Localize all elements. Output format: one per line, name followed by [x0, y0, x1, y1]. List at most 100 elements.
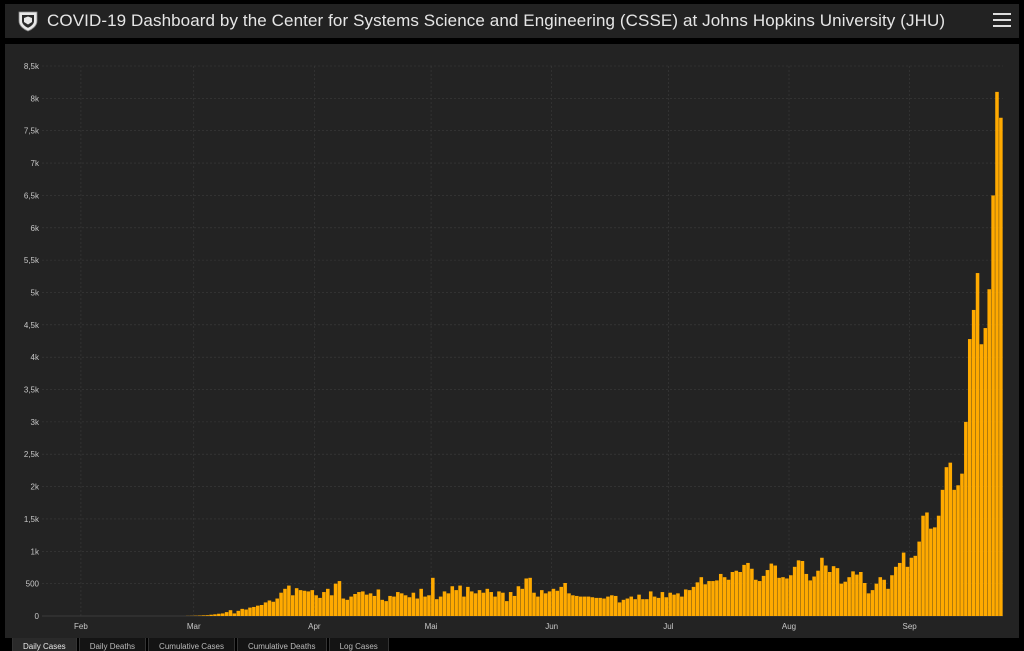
- tab-daily-deaths[interactable]: Daily Deaths: [78, 638, 147, 651]
- daily-case-bar[interactable]: [707, 581, 711, 616]
- daily-case-bar[interactable]: [987, 289, 991, 616]
- daily-case-bar[interactable]: [800, 561, 805, 616]
- daily-case-bar[interactable]: [742, 564, 746, 616]
- daily-case-bar[interactable]: [501, 592, 505, 616]
- daily-case-bar[interactable]: [936, 515, 941, 616]
- daily-case-bar[interactable]: [656, 597, 661, 616]
- tab-cumulative-deaths[interactable]: Cumulative Deaths: [236, 638, 327, 651]
- daily-case-bar[interactable]: [820, 557, 824, 616]
- daily-case-bar[interactable]: [481, 592, 486, 616]
- daily-case-bar[interactable]: [438, 596, 443, 616]
- daily-case-bar[interactable]: [489, 592, 493, 616]
- daily-case-bar[interactable]: [734, 570, 739, 616]
- daily-case-bar[interactable]: [796, 560, 801, 616]
- daily-case-bar[interactable]: [349, 596, 353, 616]
- daily-case-bar[interactable]: [586, 596, 591, 616]
- daily-case-bar[interactable]: [252, 606, 256, 616]
- daily-case-bar[interactable]: [754, 579, 758, 616]
- daily-case-bar[interactable]: [213, 614, 217, 616]
- daily-case-bar[interactable]: [399, 593, 404, 616]
- daily-case-bar[interactable]: [730, 572, 735, 616]
- daily-case-bar[interactable]: [909, 557, 914, 616]
- daily-case-bar[interactable]: [932, 527, 937, 616]
- daily-case-bar[interactable]: [917, 541, 921, 616]
- daily-case-bar[interactable]: [964, 421, 968, 616]
- daily-case-bar[interactable]: [291, 595, 295, 616]
- daily-case-bar[interactable]: [543, 593, 548, 616]
- daily-case-bar[interactable]: [540, 590, 544, 616]
- daily-case-bar[interactable]: [785, 578, 789, 616]
- daily-case-bar[interactable]: [971, 309, 976, 616]
- daily-case-bar[interactable]: [477, 590, 482, 616]
- daily-case-bar[interactable]: [929, 528, 933, 616]
- daily-case-bar[interactable]: [594, 597, 599, 616]
- daily-case-bar[interactable]: [625, 598, 630, 616]
- daily-case-bar[interactable]: [862, 583, 867, 616]
- daily-case-bar[interactable]: [874, 583, 879, 616]
- daily-case-bar[interactable]: [419, 588, 423, 616]
- daily-case-bar[interactable]: [995, 91, 999, 616]
- daily-case-bar[interactable]: [699, 577, 704, 616]
- daily-case-bar[interactable]: [547, 591, 552, 616]
- daily-case-bar[interactable]: [407, 597, 412, 616]
- daily-case-bar[interactable]: [559, 586, 563, 616]
- daily-case-bar[interactable]: [789, 575, 793, 616]
- daily-case-bar[interactable]: [765, 570, 770, 616]
- daily-case-bar[interactable]: [255, 605, 260, 616]
- daily-case-bar[interactable]: [944, 467, 949, 616]
- daily-case-bar[interactable]: [322, 592, 326, 616]
- daily-case-bar[interactable]: [294, 588, 299, 616]
- daily-case-bar[interactable]: [769, 563, 774, 616]
- daily-case-bar[interactable]: [839, 583, 844, 616]
- daily-case-bar[interactable]: [816, 570, 820, 616]
- daily-case-bar[interactable]: [691, 586, 696, 616]
- daily-case-bar[interactable]: [357, 592, 361, 616]
- daily-case-bar[interactable]: [384, 601, 388, 616]
- daily-case-bar[interactable]: [497, 591, 501, 616]
- daily-case-bar[interactable]: [878, 577, 883, 616]
- daily-case-bar[interactable]: [680, 596, 684, 616]
- daily-case-bar[interactable]: [637, 594, 641, 616]
- daily-case-bar[interactable]: [792, 566, 797, 616]
- daily-case-bar[interactable]: [446, 593, 451, 616]
- daily-case-bar[interactable]: [434, 599, 439, 616]
- daily-case-bar[interactable]: [411, 592, 416, 616]
- daily-case-bar[interactable]: [524, 578, 528, 616]
- daily-case-bar[interactable]: [318, 597, 322, 616]
- daily-case-bar[interactable]: [660, 592, 665, 616]
- daily-case-bar[interactable]: [991, 195, 995, 616]
- daily-case-bar[interactable]: [551, 588, 556, 616]
- daily-case-bar[interactable]: [224, 612, 229, 616]
- daily-case-bar[interactable]: [804, 573, 809, 616]
- daily-case-bar[interactable]: [372, 595, 377, 616]
- daily-case-bar[interactable]: [244, 609, 248, 616]
- daily-case-bar[interactable]: [610, 595, 614, 616]
- daily-case-bar[interactable]: [236, 610, 241, 616]
- daily-case-bar[interactable]: [913, 555, 918, 616]
- daily-case-bar[interactable]: [598, 597, 602, 616]
- tab-daily-cases[interactable]: Daily Cases: [12, 638, 77, 651]
- daily-case-bar[interactable]: [676, 593, 680, 616]
- daily-case-bar[interactable]: [812, 576, 816, 616]
- daily-case-bar[interactable]: [361, 591, 365, 616]
- daily-case-bar[interactable]: [454, 590, 458, 616]
- daily-case-bar[interactable]: [726, 579, 731, 616]
- daily-case-bar[interactable]: [306, 591, 311, 616]
- daily-case-bar[interactable]: [859, 572, 863, 616]
- daily-case-bar[interactable]: [664, 597, 669, 616]
- daily-case-bar[interactable]: [353, 594, 357, 616]
- daily-case-bar[interactable]: [983, 328, 988, 616]
- daily-case-bar[interactable]: [843, 581, 848, 616]
- daily-case-bar[interactable]: [271, 601, 276, 616]
- daily-case-bar[interactable]: [855, 574, 859, 616]
- daily-case-bar[interactable]: [396, 592, 400, 616]
- daily-case-bar[interactable]: [415, 598, 420, 616]
- daily-case-bar[interactable]: [209, 614, 213, 616]
- daily-case-bar[interactable]: [808, 580, 813, 616]
- daily-case-bar[interactable]: [668, 592, 672, 616]
- daily-case-bar[interactable]: [711, 581, 715, 616]
- daily-case-bar[interactable]: [337, 581, 342, 616]
- daily-case-bar[interactable]: [298, 590, 303, 616]
- daily-case-bar[interactable]: [571, 595, 575, 616]
- daily-case-bar[interactable]: [201, 615, 206, 616]
